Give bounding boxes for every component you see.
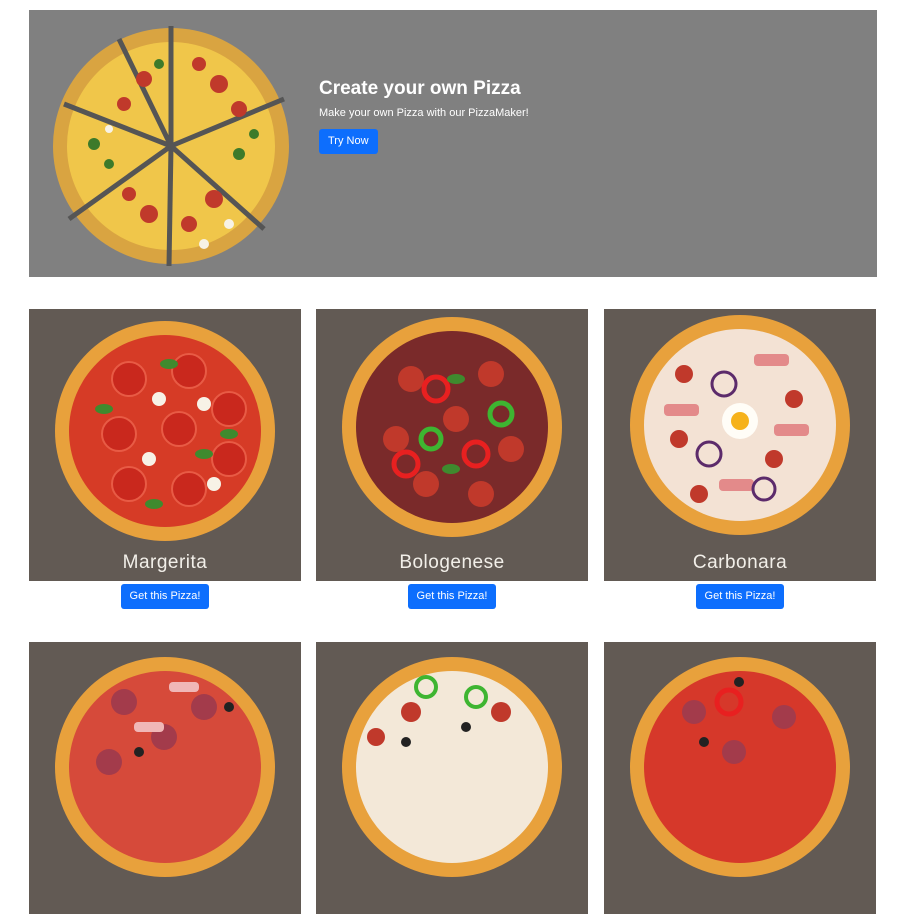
get-pizza-button-bologenese[interactable]: Get this Pizza! [407, 584, 497, 609]
hero-banner: Create your own Pizza Make your own Pizz… [29, 10, 877, 277]
pizza-card-6 [604, 642, 876, 914]
pizza-image-bologenese[interactable]: Bologenese [316, 309, 588, 581]
pizza-image-6[interactable] [604, 642, 876, 914]
pizza-image-4[interactable] [29, 642, 301, 914]
pizza-name: Bologenese [399, 552, 505, 573]
pizza-illustration [342, 657, 562, 877]
pizza-card-bologenese: Bologenese Get this Pizza! [316, 309, 588, 609]
get-pizza-button-margerita[interactable]: Get this Pizza! [120, 584, 210, 609]
pizza-illustration [630, 315, 850, 535]
pizza-image-carbonara[interactable]: Carbonara [604, 309, 876, 581]
pizza-image-5[interactable] [316, 642, 588, 914]
sliced-pizza-image [53, 26, 289, 267]
get-pizza-button-carbonara[interactable]: Get this Pizza! [695, 584, 785, 609]
pizza-illustration [55, 321, 275, 541]
hero-subtitle: Make your own Pizza with our PizzaMaker! [319, 107, 529, 119]
try-now-button[interactable]: Try Now [319, 129, 378, 154]
pizza-illustration [342, 317, 562, 537]
hero-text: Create your own Pizza Make your own Pizz… [319, 78, 529, 154]
pizza-illustration [630, 657, 850, 877]
pizza-illustration [55, 657, 275, 877]
pizza-image-margerita[interactable]: Margerita [29, 309, 301, 581]
pizza-card-margerita: Margerita Get this Pizza! [29, 309, 301, 609]
pizza-name: Carbonara [692, 552, 788, 573]
hero-title: Create your own Pizza [319, 78, 521, 99]
pizza-name: Margerita [122, 552, 208, 573]
pizza-card-4 [29, 642, 301, 914]
pizza-card-5 [316, 642, 588, 914]
pizza-card-carbonara: Carbonara Get this Pizza! [604, 309, 876, 609]
